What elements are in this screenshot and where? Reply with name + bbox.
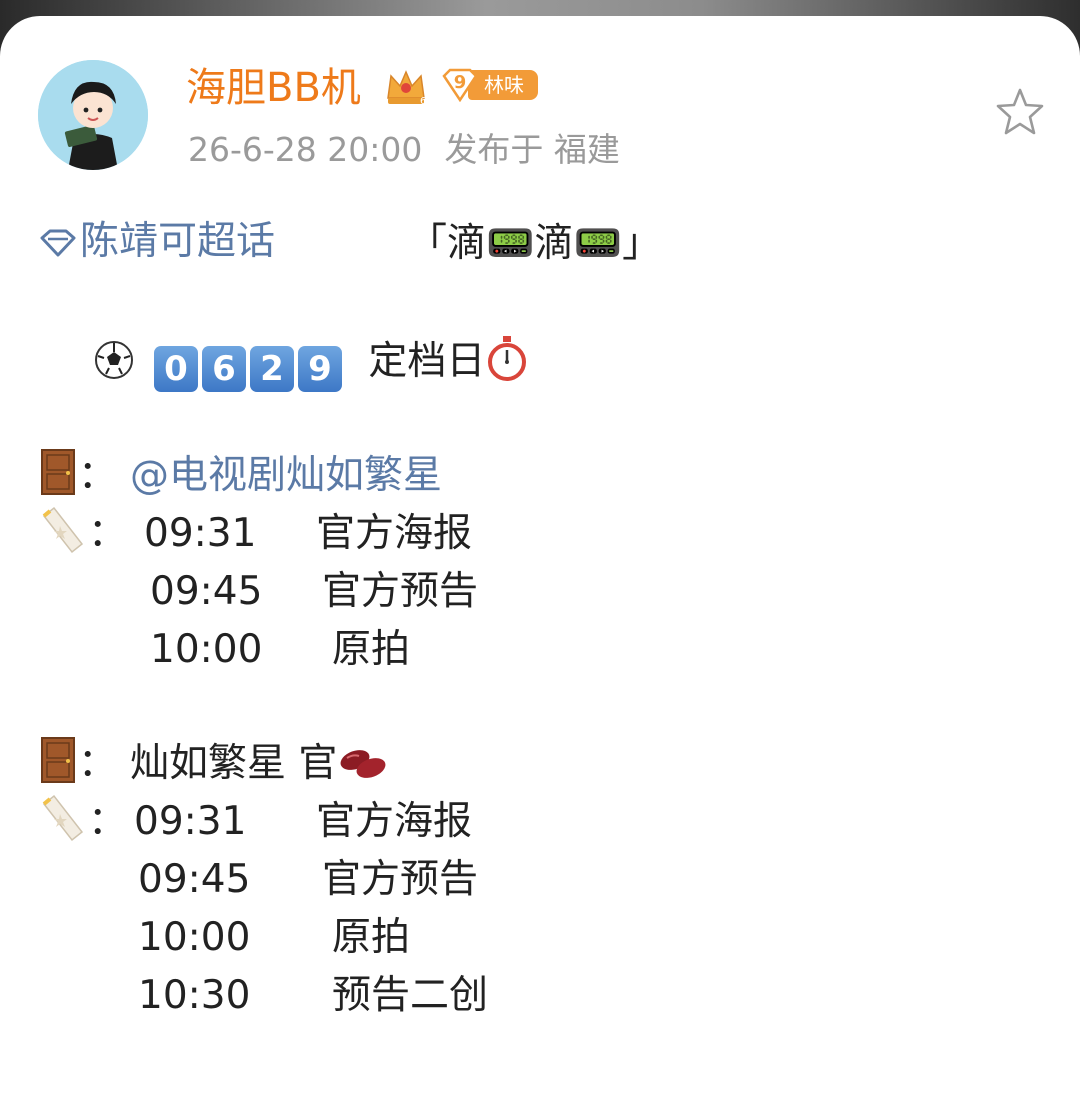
countdown-digit: 6: [202, 346, 246, 392]
ticket-icon: [42, 794, 84, 842]
schedule-time: 09:45: [138, 857, 251, 902]
post-meta: 26-6-28 20:00 发布于 福建: [188, 128, 620, 172]
section-2-source: ： 灿如繁星 官: [38, 736, 389, 792]
section-2-row: 10:30 预告二创: [138, 968, 488, 1024]
countdown-digit: 9: [298, 346, 342, 392]
colon: ：: [78, 741, 118, 786]
diamond-icon: [40, 229, 76, 257]
section-2-row: 09:45 官方预告: [138, 852, 478, 908]
avatar[interactable]: [38, 60, 148, 170]
soccer-ball-icon: [95, 341, 133, 379]
countdown-digit: 2: [250, 346, 294, 392]
schedule-item: 官方海报: [316, 799, 473, 844]
schedule-item: 官方预告: [322, 569, 479, 614]
schedule-item: 官方海报: [316, 511, 473, 556]
post-card: 海胆BB机 6 林味 9 26-6-28 20:00 发布于 福建 陈靖可超话 「…: [0, 16, 1080, 1096]
schedule-time: 10:00: [138, 915, 251, 960]
author-name[interactable]: 海胆BB机: [186, 58, 361, 118]
beans-icon: [340, 750, 386, 778]
crown-icon: 6: [387, 70, 426, 107]
topic-link[interactable]: 陈靖可超话: [38, 212, 275, 272]
schedule-time: 09:31: [134, 799, 247, 844]
schedule-item: 原拍: [332, 915, 411, 960]
countdown-label: 定档日: [368, 339, 486, 384]
schedule-time: 09:31: [144, 511, 257, 556]
topic-label: 陈靖可超话: [80, 219, 276, 264]
stopwatch-icon: [488, 336, 527, 381]
star-outline-icon[interactable]: [994, 86, 1046, 138]
door-icon: [41, 737, 75, 783]
section-1-row: ： 09:31 官方海报: [38, 506, 472, 562]
section-1-row: 10:00 原拍: [150, 622, 410, 678]
headline: 「滴📟滴📟」: [408, 216, 661, 272]
schedule-item: 原拍: [332, 627, 411, 672]
section-1-row: 09:45 官方预告: [150, 564, 478, 620]
countdown-digit: 0: [154, 346, 198, 392]
schedule-item: 官方预告: [322, 857, 479, 902]
countdown-line: 0629 定档日: [94, 334, 529, 392]
headline-text: 「滴📟滴📟」: [408, 221, 662, 266]
fan-level-badge[interactable]: 林味 9: [440, 68, 540, 102]
schedule-time: 10:30: [138, 973, 251, 1018]
source-text: 灿如繁星 官: [130, 741, 338, 786]
svg-text:6: 6: [420, 96, 426, 107]
colon: ：: [78, 453, 118, 498]
avatar-cartoon-icon: [38, 60, 148, 170]
post-location: 发布于 福建: [444, 130, 620, 169]
ticket-icon: [42, 506, 84, 554]
door-icon: [41, 449, 75, 495]
section-2-row: ： 09:31 官方海报: [38, 794, 472, 850]
colon: ：: [88, 799, 128, 844]
colon: ：: [88, 511, 128, 556]
schedule-time: 10:00: [150, 627, 263, 672]
schedule-item: 预告二创: [332, 973, 489, 1018]
level-number: 9: [453, 72, 467, 93]
schedule-time: 09:45: [150, 569, 263, 614]
fan-badge-label: 林味: [484, 73, 524, 97]
post-time: 26-6-28 20:00: [188, 130, 423, 169]
mention-link[interactable]: @电视剧灿如繁星: [130, 453, 442, 498]
section-1-source: ： @电视剧灿如繁星: [38, 448, 442, 504]
section-2-row: 10:00 原拍: [138, 910, 410, 966]
